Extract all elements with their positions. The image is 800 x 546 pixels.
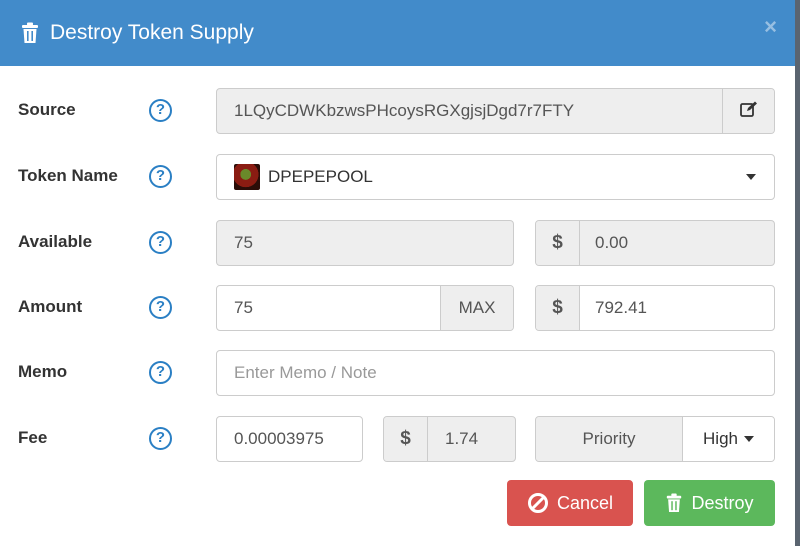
token-name-label: Token Name: [18, 166, 118, 185]
help-icon[interactable]: ?: [149, 99, 172, 122]
source-field[interactable]: 1LQyCDWKbzwsPHcoysRGXgjsjDgd7r7FTY: [216, 88, 775, 134]
token-name-value: DPEPEPOOL: [268, 167, 373, 186]
fee-usd-value: 1.74: [445, 429, 479, 448]
available-usd-field: $ 0.00: [535, 220, 775, 266]
chevron-down-icon: [746, 174, 756, 180]
source-row: Source ? 1LQyCDWKbzwsPHcoysRGXgjsjDgd7r7…: [0, 88, 795, 134]
help-icon[interactable]: ?: [149, 427, 172, 450]
memo-placeholder: Enter Memo / Note: [234, 363, 377, 382]
priority-label: Priority: [536, 417, 683, 461]
memo-row: Memo ? Enter Memo / Note: [0, 350, 795, 396]
destroy-button[interactable]: Destroy: [644, 480, 775, 526]
priority-dropdown[interactable]: High: [683, 417, 774, 461]
edit-button[interactable]: [722, 89, 774, 133]
help-icon[interactable]: ?: [149, 165, 172, 188]
token-image: [234, 164, 260, 190]
memo-input[interactable]: Enter Memo / Note: [216, 350, 775, 396]
cancel-button[interactable]: Cancel: [507, 480, 633, 526]
memo-label: Memo: [18, 362, 68, 381]
help-icon[interactable]: ?: [149, 231, 172, 254]
priority-group: Priority High: [535, 416, 775, 462]
available-field: 75: [216, 220, 514, 266]
help-icon[interactable]: ?: [149, 296, 172, 319]
token-select[interactable]: DPEPEPOOL: [216, 154, 775, 200]
dollar-icon: $: [384, 417, 428, 461]
amount-row: Amount ? 75 MAX $ 792.41: [0, 285, 795, 331]
chevron-down-icon: [743, 436, 754, 442]
max-button[interactable]: MAX: [440, 286, 513, 330]
priority-value: High: [703, 429, 738, 448]
available-value: 75: [234, 233, 253, 252]
trash-icon: [20, 22, 40, 44]
token-name-row: Token Name ? DPEPEPOOL: [0, 154, 795, 200]
edit-icon: [739, 101, 758, 122]
available-usd-value: 0.00: [595, 233, 629, 252]
source-label: Source: [18, 100, 76, 119]
available-label: Available: [18, 232, 93, 251]
fee-row: Fee ? 0.00003975 $ 1.74 Priority High: [0, 416, 795, 462]
cancel-label: Cancel: [556, 492, 614, 513]
fee-value: 0.00003975: [234, 429, 324, 448]
source-value: 1LQyCDWKbzwsPHcoysRGXgjsjDgd7r7FTY: [234, 101, 575, 120]
available-row: Available ? 75 $ 0.00: [0, 220, 795, 266]
close-icon[interactable]: ×: [764, 16, 777, 38]
amount-input[interactable]: 75 MAX: [216, 285, 514, 331]
dialog-header: Destroy Token Supply ×: [0, 0, 795, 66]
fee-usd-field: $ 1.74: [383, 416, 516, 462]
destroy-label: Destroy: [691, 492, 754, 513]
trash-icon: [665, 493, 683, 513]
destroy-token-dialog: Destroy Token Supply × Source ? 1LQyCDWK…: [0, 0, 795, 546]
dollar-icon: $: [536, 221, 580, 265]
help-icon[interactable]: ?: [149, 361, 172, 384]
fee-input[interactable]: 0.00003975: [216, 416, 363, 462]
fee-label: Fee: [18, 428, 48, 447]
amount-value: 75: [234, 298, 253, 317]
ban-icon: [527, 492, 549, 514]
dialog-title: Destroy Token Supply: [50, 21, 254, 44]
dollar-icon: $: [536, 286, 580, 330]
amount-usd-value: 792.41: [595, 298, 647, 317]
amount-usd-input[interactable]: $ 792.41: [535, 285, 775, 331]
amount-label: Amount: [18, 297, 83, 316]
